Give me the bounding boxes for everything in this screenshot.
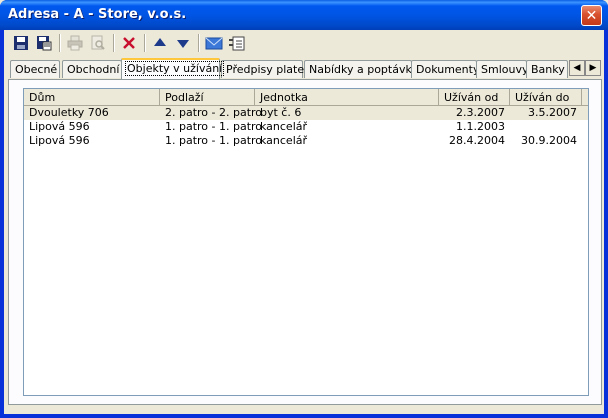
tab-obecne[interactable]: Obecné bbox=[10, 60, 60, 78]
cell-jednotka: kancelář bbox=[260, 120, 308, 133]
tab-scroll-right-button[interactable]: ▶ bbox=[585, 60, 601, 76]
tab-label: Obchodní bbox=[67, 63, 120, 76]
save-button[interactable] bbox=[10, 32, 32, 54]
print-preview-icon bbox=[91, 35, 105, 50]
move-down-button[interactable] bbox=[172, 32, 194, 54]
arrow-left-icon: ◀ bbox=[573, 63, 581, 73]
email-icon bbox=[205, 37, 223, 50]
table-row[interactable]: Lipová 596 1. patro - 1. patro kancelář … bbox=[24, 134, 588, 148]
tab-label: Dokumenty bbox=[416, 63, 480, 76]
cell-uzivan-do: 30.9.2004 bbox=[521, 134, 577, 147]
toolbar-separator bbox=[144, 34, 146, 52]
cell-uzivan-od: 1.1.2003 bbox=[456, 120, 505, 133]
column-label: Jednotka bbox=[260, 91, 308, 104]
address-card-icon bbox=[229, 36, 245, 51]
cell-podlazi: 1. patro - 1. patro bbox=[165, 120, 263, 133]
tab-objekty-v-uzivani[interactable]: Objekty v užívání bbox=[121, 58, 225, 79]
address-card-button[interactable] bbox=[226, 32, 248, 54]
delete-icon bbox=[123, 37, 135, 49]
tab-strip: Obecné Obchodní Objekty v užívání Předpi… bbox=[8, 58, 602, 80]
tab-smlouvy[interactable]: Smlouvy bbox=[476, 60, 529, 78]
tab-label: Předpisy plateb bbox=[226, 63, 312, 76]
toolbar-separator bbox=[113, 34, 115, 52]
title-bar[interactable]: Adresa - A - Store, v.o.s. ✕ bbox=[0, 0, 608, 30]
window-client-area: Obecné Obchodní Objekty v užívání Předpi… bbox=[4, 30, 604, 414]
print-icon bbox=[67, 35, 83, 51]
cell-uzivan-od: 2.3.2007 bbox=[456, 106, 505, 119]
column-header-jednotka[interactable]: Jednotka bbox=[255, 89, 439, 106]
move-down-icon bbox=[177, 40, 189, 48]
toolbar-separator bbox=[198, 34, 200, 52]
delete-button[interactable] bbox=[118, 32, 140, 54]
list-body: Dvouletky 706 2. patro - 2. patro byt č.… bbox=[24, 106, 588, 148]
tab-banky[interactable]: Banky bbox=[526, 60, 568, 78]
cell-dum: Lipová 596 bbox=[29, 134, 90, 147]
save-and-close-button[interactable] bbox=[33, 32, 55, 54]
toolbar bbox=[4, 30, 604, 56]
print-button[interactable] bbox=[64, 32, 86, 54]
tab-obchodni[interactable]: Obchodní bbox=[62, 60, 122, 78]
move-up-button[interactable] bbox=[149, 32, 171, 54]
column-label: Užíván od bbox=[444, 91, 499, 104]
tab-scroll-left-button[interactable]: ◀ bbox=[569, 60, 585, 76]
tab-label: Banky bbox=[531, 63, 565, 76]
save-close-icon bbox=[37, 36, 52, 51]
email-button[interactable] bbox=[203, 32, 225, 54]
table-row[interactable]: Dvouletky 706 2. patro - 2. patro byt č.… bbox=[24, 106, 588, 120]
cell-uzivan-do bbox=[510, 120, 582, 134]
cell-uzivan-do: 3.5.2007 bbox=[528, 106, 577, 119]
cell-podlazi: 2. patro - 2. patro bbox=[165, 106, 263, 119]
column-label: Dům bbox=[29, 91, 56, 104]
close-icon: ✕ bbox=[585, 7, 598, 24]
tab-dokumenty[interactable]: Dokumenty bbox=[411, 60, 480, 78]
tab-label: Objekty v užívání bbox=[124, 61, 225, 76]
cell-jednotka: byt č. 6 bbox=[260, 106, 302, 119]
column-header-dum[interactable]: Dům bbox=[24, 89, 160, 106]
move-up-icon bbox=[154, 38, 166, 46]
cell-uzivan-od: 28.4.2004 bbox=[449, 134, 505, 147]
tab-label: Nabídky a poptávky bbox=[309, 63, 418, 76]
list-header: Dům Podlaží Jednotka Užíván od Užíván do bbox=[24, 89, 588, 106]
cell-dum: Lipová 596 bbox=[29, 120, 90, 133]
column-header-uzivan-do[interactable]: Užíván do bbox=[510, 89, 582, 106]
column-header-uzivan-od[interactable]: Užíván od bbox=[439, 89, 510, 106]
table-row[interactable]: Lipová 596 1. patro - 1. patro kancelář … bbox=[24, 120, 588, 134]
column-label: Užíván do bbox=[515, 91, 570, 104]
save-icon bbox=[14, 36, 28, 50]
cell-dum: Dvouletky 706 bbox=[29, 106, 109, 119]
window-title: Adresa - A - Store, v.o.s. bbox=[8, 7, 187, 22]
cell-jednotka: kancelář bbox=[260, 134, 308, 147]
toolbar-separator bbox=[59, 34, 61, 52]
tab-panel: Dům Podlaží Jednotka Užíván od Užíván do bbox=[8, 79, 602, 405]
close-button[interactable]: ✕ bbox=[581, 5, 602, 26]
cell-podlazi: 1. patro - 1. patro bbox=[165, 134, 263, 147]
tab-nabidky-a-poptavky[interactable]: Nabídky a poptávky bbox=[304, 60, 418, 78]
arrow-right-icon: ▶ bbox=[589, 63, 597, 73]
tab-predpisy-plateb[interactable]: Předpisy plateb bbox=[221, 60, 311, 78]
column-label: Podlaží bbox=[165, 91, 204, 104]
print-preview-button[interactable] bbox=[87, 32, 109, 54]
app-window: Adresa - A - Store, v.o.s. ✕ Obecné Obch… bbox=[0, 0, 608, 418]
objects-list[interactable]: Dům Podlaží Jednotka Užíván od Užíván do bbox=[23, 88, 589, 396]
column-header-podlazi[interactable]: Podlaží bbox=[160, 89, 255, 106]
tab-label: Obecné bbox=[15, 63, 58, 76]
tab-label: Smlouvy bbox=[481, 63, 529, 76]
